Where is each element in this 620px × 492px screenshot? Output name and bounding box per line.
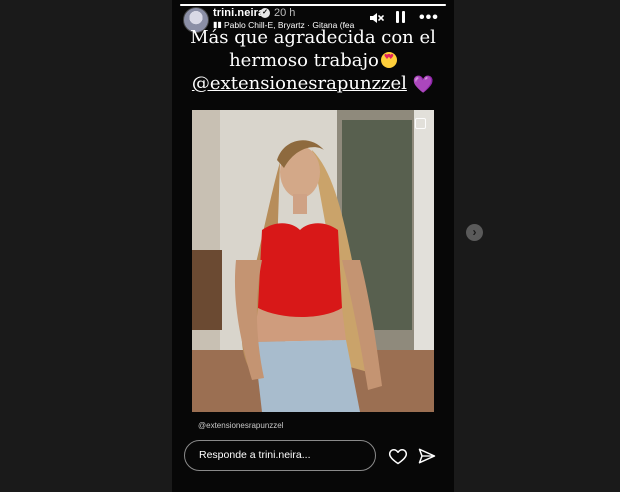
story-time: 20 h xyxy=(274,7,296,19)
next-story-button[interactable]: › xyxy=(466,224,483,241)
story-viewer[interactable]: trini.neira ✓ 20 h ▮▮ Pablo Chill-E, Bry… xyxy=(172,0,454,492)
story-progress-fill xyxy=(180,4,446,6)
portrait-image xyxy=(192,110,434,412)
caption-line-1: Más que agradecida con el xyxy=(190,27,436,48)
multi-photo-icon xyxy=(415,118,426,129)
like-heart-icon[interactable] xyxy=(388,446,408,466)
caption-line-2-text: hermoso trabajo xyxy=(229,50,379,71)
reply-input[interactable]: Responde a trini.neira... xyxy=(184,440,376,471)
story-username[interactable]: trini.neira xyxy=(213,7,264,19)
speaker-muted-icon[interactable] xyxy=(368,10,384,26)
caption-line-3: @extensionesrapunzzel 💜 xyxy=(172,72,454,97)
verified-badge-icon: ✓ xyxy=(260,8,270,18)
story-photo[interactable] xyxy=(192,110,434,412)
caption-line-2: hermoso trabajo xyxy=(172,49,454,72)
heart-eyes-emoji-icon xyxy=(380,52,397,68)
photo-credit[interactable]: @extensionesrapunzzel xyxy=(198,421,284,430)
send-paper-plane-icon[interactable] xyxy=(417,446,437,466)
more-dots-icon[interactable]: ••• xyxy=(419,9,439,27)
purple-heart-icon: 💜 xyxy=(412,75,435,95)
pause-icon[interactable] xyxy=(396,11,406,25)
story-caption: Más que agradecida con el hermoso trabaj… xyxy=(172,26,454,97)
story-progress-bar xyxy=(180,4,446,6)
caption-mention-link[interactable]: @extensionesrapunzzel xyxy=(192,73,407,94)
